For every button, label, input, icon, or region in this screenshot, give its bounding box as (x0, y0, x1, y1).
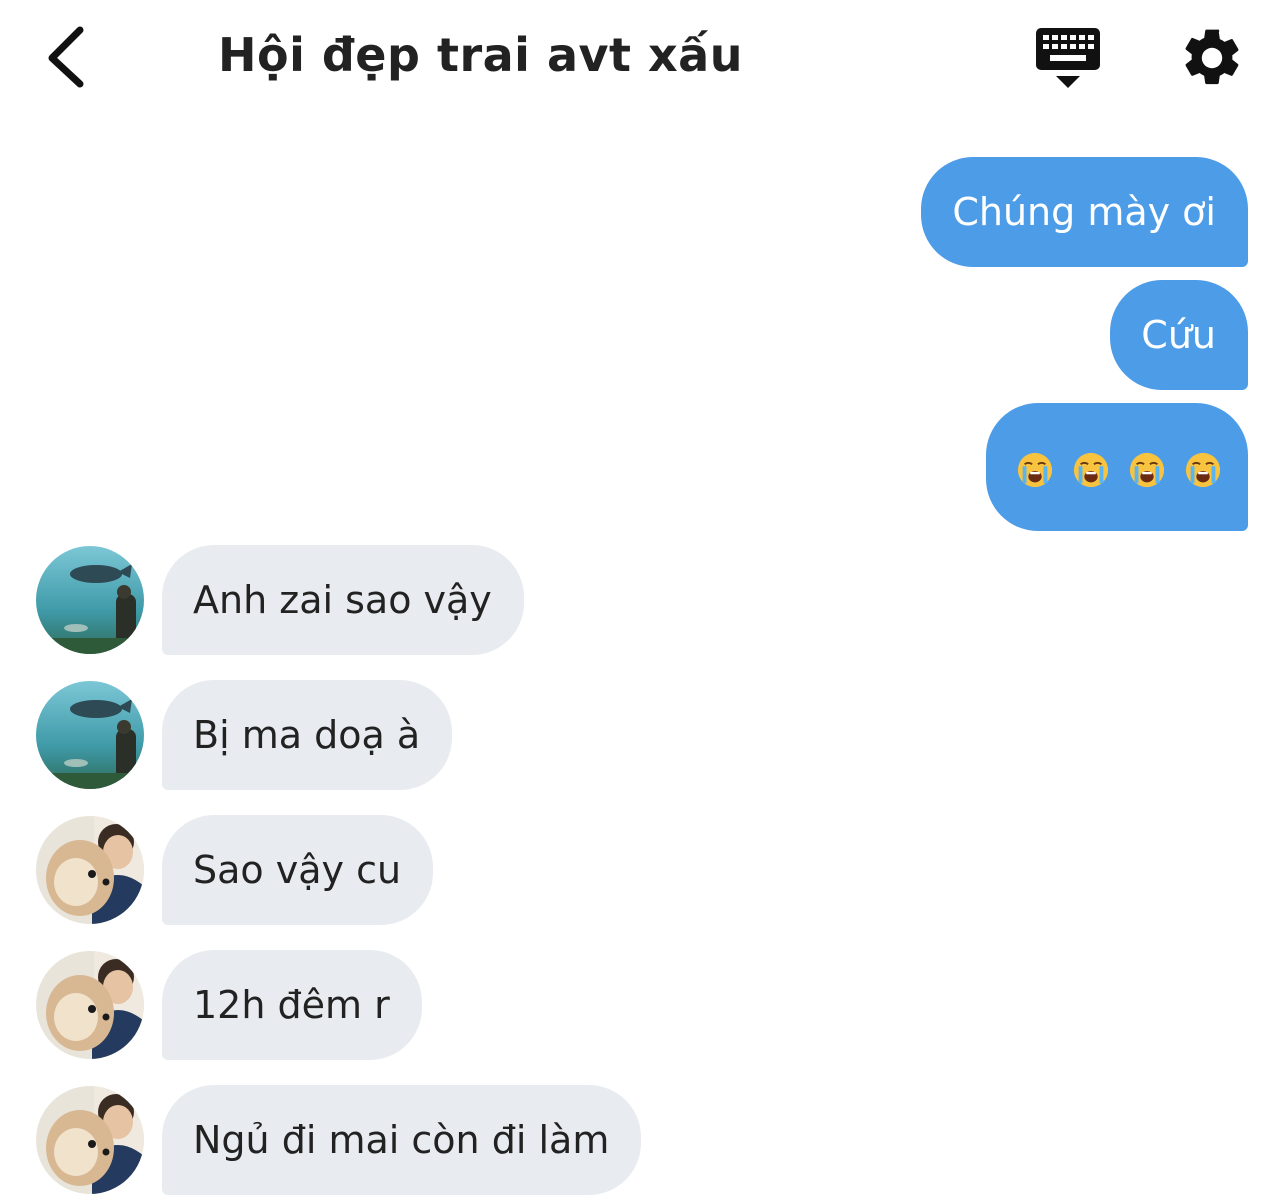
message-text: Cứu (1141, 313, 1216, 357)
back-button[interactable] (38, 22, 98, 92)
settings-button[interactable] (1178, 24, 1246, 92)
chat-title: Hội đẹp trai avt xấu (218, 28, 743, 82)
message-text: Ngủ đi mai còn đi làm (193, 1118, 610, 1162)
crying-face-icon (1017, 452, 1053, 487)
dog-selfie-avatar[interactable] (36, 1086, 144, 1194)
chevron-left-icon (48, 26, 84, 88)
keyboard-button[interactable] (1030, 22, 1106, 92)
incoming-message[interactable]: Ngủ đi mai còn đi làm (162, 1085, 642, 1195)
incoming-message[interactable]: Sao vậy cu (162, 815, 434, 925)
message-text: 12h đêm r (193, 983, 390, 1027)
incoming-message[interactable]: Anh zai sao vậy (162, 545, 524, 655)
gear-icon (1185, 29, 1239, 85)
chat-header: Hội đẹp trai avt xấu (0, 0, 1284, 115)
message-text: Bị ma doạ à (193, 713, 421, 757)
emoji-row (1016, 451, 1222, 489)
outgoing-message[interactable]: Cứu (1110, 280, 1248, 390)
keyboard-icon (1036, 28, 1100, 88)
incoming-message[interactable]: 12h đêm r (162, 950, 422, 1060)
aquarium-avatar[interactable] (36, 681, 144, 789)
crying-face-icon (1185, 452, 1221, 487)
crying-face-icon (1073, 452, 1109, 487)
message-text: Anh zai sao vậy (193, 578, 492, 622)
incoming-message[interactable]: Bị ma doạ à (162, 680, 453, 790)
message-text: Chúng mày ơi (952, 190, 1216, 234)
crying-face-icon (1129, 452, 1165, 487)
outgoing-message[interactable]: Chúng mày ơi (921, 157, 1248, 267)
aquarium-avatar[interactable] (36, 546, 144, 654)
dog-selfie-avatar[interactable] (36, 816, 144, 924)
message-text: Sao vậy cu (193, 848, 402, 892)
outgoing-emoji-message[interactable] (986, 403, 1248, 531)
dog-selfie-avatar[interactable] (36, 951, 144, 1059)
